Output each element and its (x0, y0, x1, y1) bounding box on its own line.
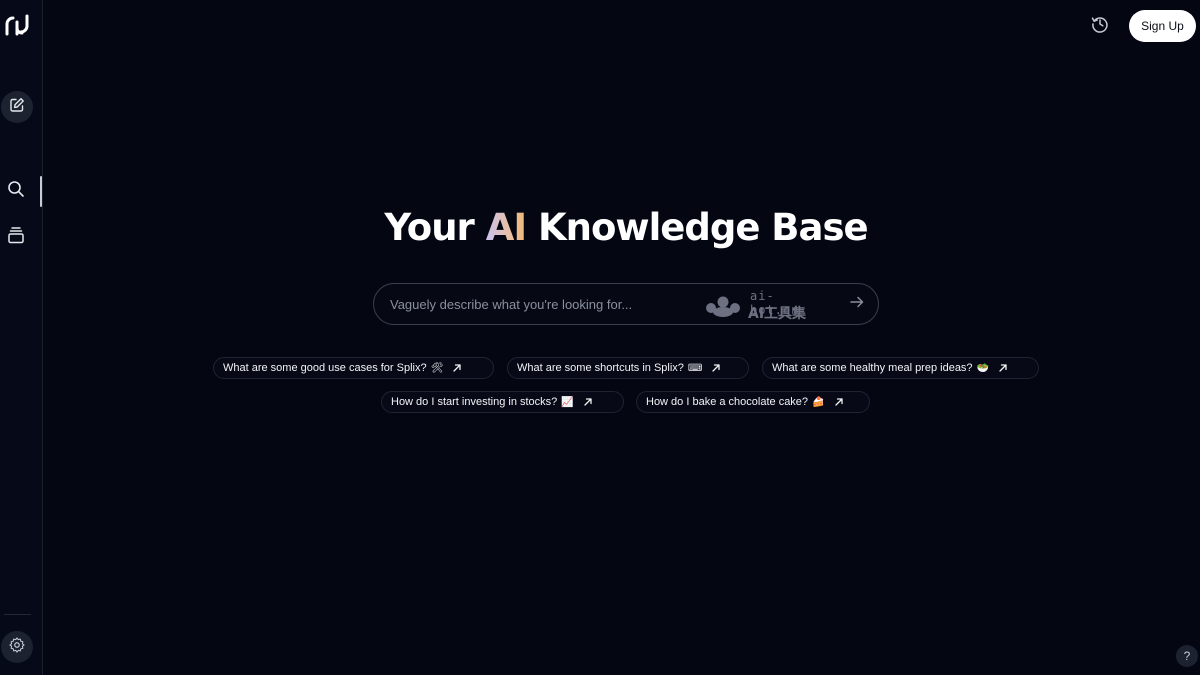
suggestion-text: What are some good use cases for Splix? (223, 362, 427, 374)
arrow-right-icon (849, 294, 865, 315)
suggestion-chip[interactable]: How do I start investing in stocks? 📈 (381, 391, 624, 413)
history-icon (1091, 15, 1109, 38)
logo-icon[interactable] (4, 12, 32, 38)
suggestion-chip[interactable]: How do I bake a chocolate cake? 🍰 (636, 391, 870, 413)
arrow-up-right-icon (711, 363, 721, 373)
salad-emoji-icon: 🥗 (976, 362, 990, 374)
title-suffix: Knowledge Base (526, 206, 869, 249)
suggestion-text: What are some healthy meal prep ideas? (772, 362, 973, 374)
sidebar (0, 0, 43, 675)
keyboard-emoji-icon: ⌨ (687, 362, 703, 374)
submit-search-button[interactable] (846, 293, 868, 315)
arrow-up-right-icon (998, 363, 1008, 373)
sidebar-divider (4, 614, 31, 615)
title-prefix: Your (384, 206, 486, 249)
watermark-text-bottom: AI工具集 (748, 306, 807, 322)
settings-icon (8, 636, 26, 659)
suggestion-chip[interactable]: What are some shortcuts in Splix? ⌨ (507, 357, 749, 379)
suggestion-text: How do I start investing in stocks? (391, 396, 558, 408)
active-indicator (40, 176, 42, 207)
sidebar-search-button[interactable] (0, 175, 32, 207)
sign-up-button[interactable]: Sign Up (1129, 10, 1196, 42)
search-icon (7, 180, 25, 203)
arrow-up-right-icon (834, 397, 844, 407)
watermark-logo-icon (704, 295, 742, 322)
arrow-up-right-icon (452, 363, 462, 373)
new-chat-button[interactable] (1, 91, 33, 123)
app-root: Sign Up Your AI Knowledge Base ai-bot.cn… (0, 0, 1200, 675)
arrow-up-right-icon (583, 397, 593, 407)
edit-icon (9, 97, 25, 118)
search-box: ai-bot.cn AI工具集 (373, 283, 879, 325)
help-button[interactable]: ? (1176, 645, 1198, 667)
suggestion-text: How do I bake a chocolate cake? (646, 396, 809, 408)
suggestion-chip[interactable]: What are some healthy meal prep ideas? 🥗 (762, 357, 1039, 379)
settings-button[interactable] (1, 631, 33, 663)
search-input[interactable] (390, 284, 690, 324)
chart-emoji-icon: 📈 (561, 396, 574, 408)
history-button[interactable] (1087, 13, 1113, 39)
title-accent: AI (485, 206, 527, 249)
suggestion-chip[interactable]: What are some good use cases for Splix? … (213, 357, 494, 379)
tools-emoji-icon: 🛠 (430, 362, 444, 374)
page-title: Your AI Knowledge Base (0, 206, 1200, 249)
watermark: ai-bot.cn AI工具集 (704, 288, 824, 322)
cake-emoji-icon: 🍰 (812, 396, 825, 408)
suggestion-text: What are some shortcuts in Splix? (517, 362, 684, 374)
